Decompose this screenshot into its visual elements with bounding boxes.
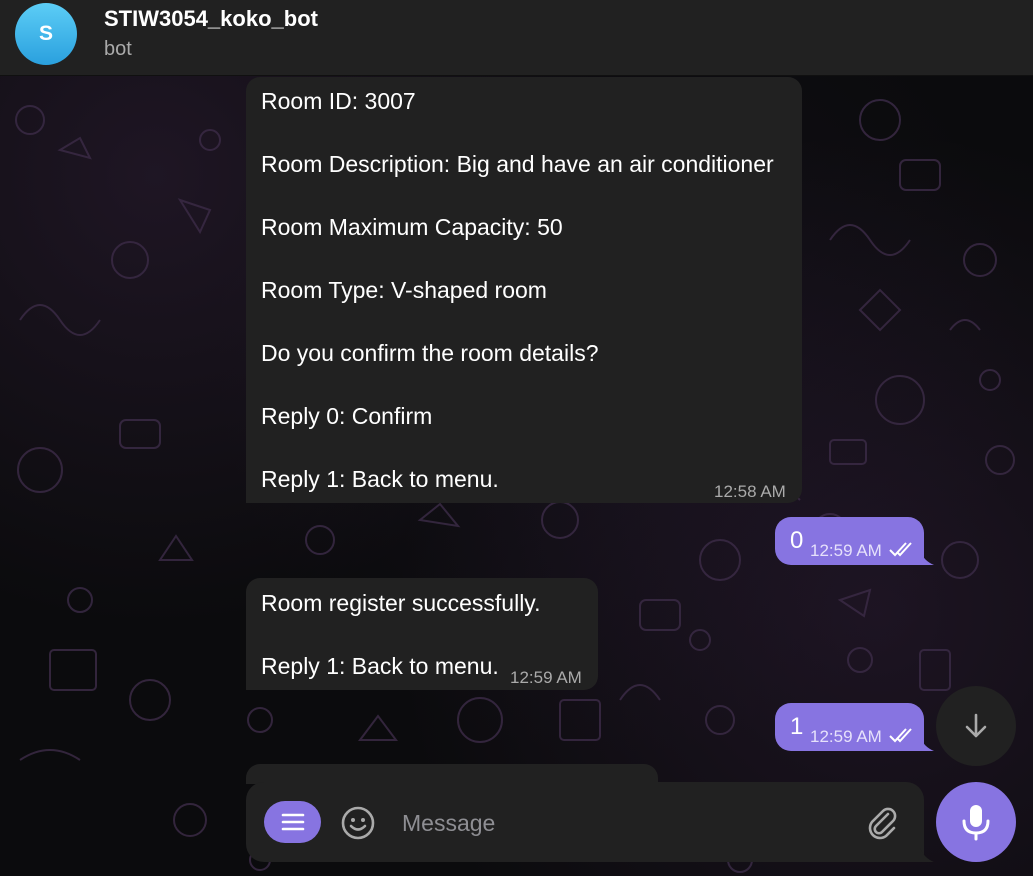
message-line: Room Type: V-shaped room [261, 277, 547, 303]
double-check-icon [889, 542, 912, 557]
bot-menu-button[interactable] [264, 801, 321, 843]
message-time: 12:59 AM [510, 668, 582, 687]
message-line: Do you confirm the room details? [261, 340, 599, 366]
message-text: 0 [790, 527, 804, 554]
emoji-icon[interactable] [340, 805, 376, 841]
arrow-down-icon [965, 713, 987, 738]
message-bubble-incoming[interactable]: Room ID: 3007 Room Description: Big and … [246, 77, 802, 503]
message-time: 12:59 AM [810, 727, 882, 746]
message-time: 12:59 AM [810, 541, 882, 560]
message-bubble-outgoing[interactable]: 0 12:59 AM [775, 517, 924, 565]
bubble-tail [920, 551, 934, 565]
scroll-down-button[interactable] [936, 686, 1016, 766]
message-composer [246, 782, 924, 862]
microphone-icon [962, 805, 990, 841]
chat-header[interactable]: S STIW3054_koko_bot bot [0, 0, 1033, 76]
message-text: 1 [790, 713, 804, 740]
message-line: Reply 1: Back to menu. [261, 466, 499, 492]
message-time: 12:58 AM [714, 482, 786, 501]
message-bubble-incoming-partial [246, 764, 658, 784]
message-bubble-incoming[interactable]: Room register successfully. Reply 1: Bac… [246, 578, 598, 690]
voice-record-button[interactable] [936, 782, 1016, 862]
message-line: Room Maximum Capacity: 50 [261, 214, 563, 240]
menu-icon [281, 813, 304, 831]
message-input[interactable] [400, 804, 844, 842]
chat-subtitle: bot [104, 38, 132, 60]
message-line: Reply 0: Confirm [261, 403, 433, 429]
avatar-initial: S [38, 22, 53, 45]
double-check-icon [889, 728, 912, 743]
message-line: Room ID: 3007 [261, 88, 416, 114]
message-line: Reply 1: Back to menu. [261, 653, 499, 679]
chat-title[interactable]: STIW3054_koko_bot [104, 6, 318, 32]
message-line: Room register successfully. [261, 590, 541, 616]
message-line: Room Description: Big and have an air co… [261, 151, 774, 177]
message-bubble-outgoing[interactable]: 1 12:59 AM [775, 703, 924, 751]
bubble-tail [920, 737, 934, 751]
paperclip-icon[interactable] [864, 804, 900, 840]
composer-tail [920, 848, 934, 862]
avatar[interactable]: S [15, 3, 77, 65]
